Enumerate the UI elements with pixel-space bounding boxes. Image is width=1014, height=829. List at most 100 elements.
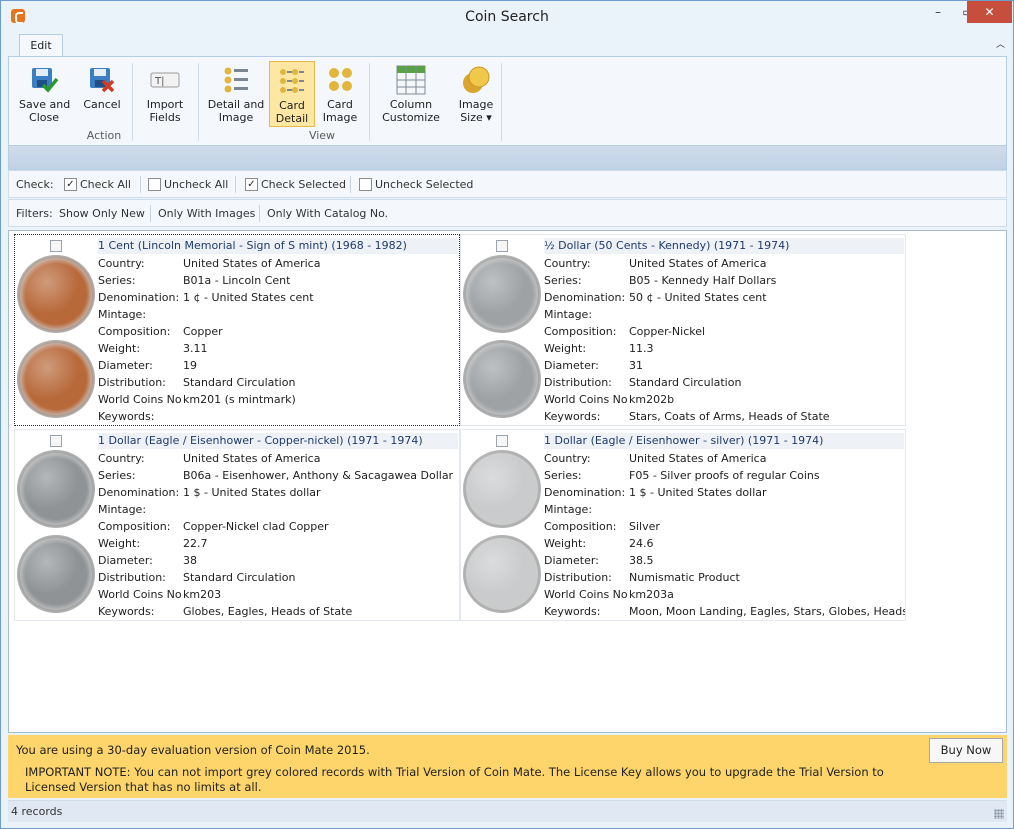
cancel-icon: [87, 65, 117, 95]
field-value: Copper-Nickel: [629, 325, 706, 338]
card-detail-icon: [277, 66, 307, 96]
field-label: Diameter:: [98, 554, 153, 567]
minimize-icon[interactable]: –: [923, 1, 953, 23]
card-checkbox[interactable]: [496, 435, 508, 447]
uncheck-all-button[interactable]: Uncheck All: [164, 178, 228, 191]
check-all-checkbox[interactable]: ✓: [64, 178, 77, 191]
uncheck-selected-button[interactable]: Uncheck Selected: [375, 178, 473, 191]
field-value: Standard Circulation: [629, 376, 742, 389]
field-label: Weight:: [544, 537, 587, 550]
bar-separator: [150, 205, 151, 222]
coin-obverse-image: [463, 450, 541, 528]
column-customize-label: Column Customize: [382, 98, 440, 124]
import-fields-icon: T|: [150, 65, 180, 95]
field-value: 11.3: [629, 342, 654, 355]
check-selected-button[interactable]: Check Selected: [261, 178, 346, 191]
coin-obverse-image: [463, 255, 541, 333]
field-label: Mintage:: [98, 503, 147, 516]
field-value: United States of America: [183, 452, 321, 465]
field-value: Stars, Coats of Arms, Heads of State: [629, 410, 830, 423]
field-value: United States of America: [629, 452, 767, 465]
detail-and-image-label: Detail and Image: [207, 98, 265, 124]
check-selected-checkbox[interactable]: ✓: [245, 178, 258, 191]
column-customize-icon: [396, 65, 426, 95]
coin-card[interactable]: ½ Dollar (50 Cents - Kennedy) (1971 - 19…: [460, 234, 906, 426]
field-value: 31: [629, 359, 643, 372]
cancel-button[interactable]: Cancel: [77, 61, 127, 127]
field-value: 19: [183, 359, 197, 372]
field-value: Globes, Eagles, Heads of State: [183, 605, 353, 618]
card-title[interactable]: 1 Dollar (Eagle / Eisenhower - silver) (…: [544, 433, 904, 449]
window-title: Coin Search: [465, 9, 549, 25]
check-all-button[interactable]: Check All: [80, 178, 131, 191]
buy-now-button[interactable]: Buy Now: [929, 738, 1003, 763]
field-label: Composition:: [98, 325, 171, 338]
bar-separator: [235, 176, 236, 193]
check-label: Check:: [16, 178, 54, 191]
field-label: Weight:: [98, 342, 141, 355]
card-image-icon: [325, 65, 355, 95]
field-label: Country:: [544, 452, 591, 465]
ribbon: Save and Close Cancel T| Import Fields A…: [8, 56, 1007, 146]
coin-reverse-image: [17, 535, 95, 613]
field-label: Diameter:: [544, 359, 599, 372]
card-title[interactable]: 1 Cent (Lincoln Memorial - Sign of S min…: [98, 238, 458, 254]
save-and-close-label: Save and Close: [19, 98, 71, 124]
save-check-icon: [29, 65, 59, 95]
field-label: Series:: [544, 469, 582, 482]
important-note: IMPORTANT NOTE: You can not import grey …: [25, 765, 884, 794]
coin-card[interactable]: 1 Dollar (Eagle / Eisenhower - silver) (…: [460, 429, 906, 621]
field-value: Moon, Moon Landing, Eagles, Stars, Globe…: [629, 605, 905, 618]
detail-and-image-button[interactable]: Detail and Image: [205, 61, 267, 127]
field-value: 38: [183, 554, 197, 567]
field-label: World Coins No: [544, 588, 628, 601]
record-count: 4 records: [11, 805, 63, 818]
field-label: Mintage:: [544, 503, 593, 516]
import-fields-button[interactable]: T| Import Fields: [139, 61, 191, 127]
trial-message: You are using a 30-day evaluation versio…: [16, 743, 370, 757]
only-with-catalog-filter[interactable]: Only With Catalog No.: [267, 207, 388, 220]
coin-obverse-image: [17, 255, 95, 333]
card-title[interactable]: 1 Dollar (Eagle / Eisenhower - Copper-ni…: [98, 433, 458, 449]
image-size-button[interactable]: Image Size ▾: [453, 61, 499, 127]
save-and-close-button[interactable]: Save and Close: [19, 61, 71, 127]
tab-edit[interactable]: Edit: [19, 34, 63, 58]
filter-bar: Filters: Show Only New Only With Images …: [8, 199, 1007, 227]
coin-card-list[interactable]: 1 Cent (Lincoln Memorial - Sign of S min…: [8, 230, 1007, 733]
field-value: Copper: [183, 325, 223, 338]
close-icon[interactable]: ✕: [967, 1, 1012, 23]
coin-card[interactable]: 1 Dollar (Eagle / Eisenhower - Copper-ni…: [14, 429, 460, 621]
field-value: km201 (s mintmark): [183, 393, 296, 406]
field-value: km202b: [629, 393, 675, 406]
card-checkbox[interactable]: [50, 240, 62, 252]
coin-card[interactable]: 1 Cent (Lincoln Memorial - Sign of S min…: [14, 234, 460, 426]
collapse-ribbon-icon[interactable]: ︿: [996, 37, 1005, 50]
group-view: Detail and Image Card Detail Card Image: [203, 57, 501, 145]
field-label: Distribution:: [98, 571, 166, 584]
card-title[interactable]: ½ Dollar (50 Cents - Kennedy) (1971 - 19…: [544, 238, 904, 254]
only-with-images-filter[interactable]: Only With Images: [158, 207, 255, 220]
field-label: Diameter:: [98, 359, 153, 372]
field-label: World Coins No: [544, 393, 628, 406]
resize-grip-icon[interactable]: [994, 809, 1004, 819]
field-value: km203a: [629, 588, 674, 601]
card-image-button[interactable]: Card Image: [317, 61, 363, 127]
field-label: Series:: [98, 469, 136, 482]
field-label: World Coins No: [98, 588, 182, 601]
field-value: United States of America: [629, 257, 767, 270]
image-size-icon: [461, 65, 491, 95]
field-label: Series:: [544, 274, 582, 287]
column-customize-button[interactable]: Column Customize: [375, 61, 447, 127]
show-only-new-filter[interactable]: Show Only New: [59, 207, 145, 220]
card-detail-button[interactable]: Card Detail: [269, 61, 315, 127]
uncheck-all-checkbox[interactable]: [148, 178, 161, 191]
group-view-label: View: [308, 129, 336, 142]
field-label: Weight:: [544, 342, 587, 355]
field-label: Distribution:: [544, 571, 612, 584]
field-value: 50 ¢ - United States cent: [629, 291, 767, 304]
field-label: Diameter:: [544, 554, 599, 567]
card-checkbox[interactable]: [496, 240, 508, 252]
card-checkbox[interactable]: [50, 435, 62, 447]
uncheck-selected-checkbox[interactable]: [359, 178, 372, 191]
field-value: 38.5: [629, 554, 654, 567]
